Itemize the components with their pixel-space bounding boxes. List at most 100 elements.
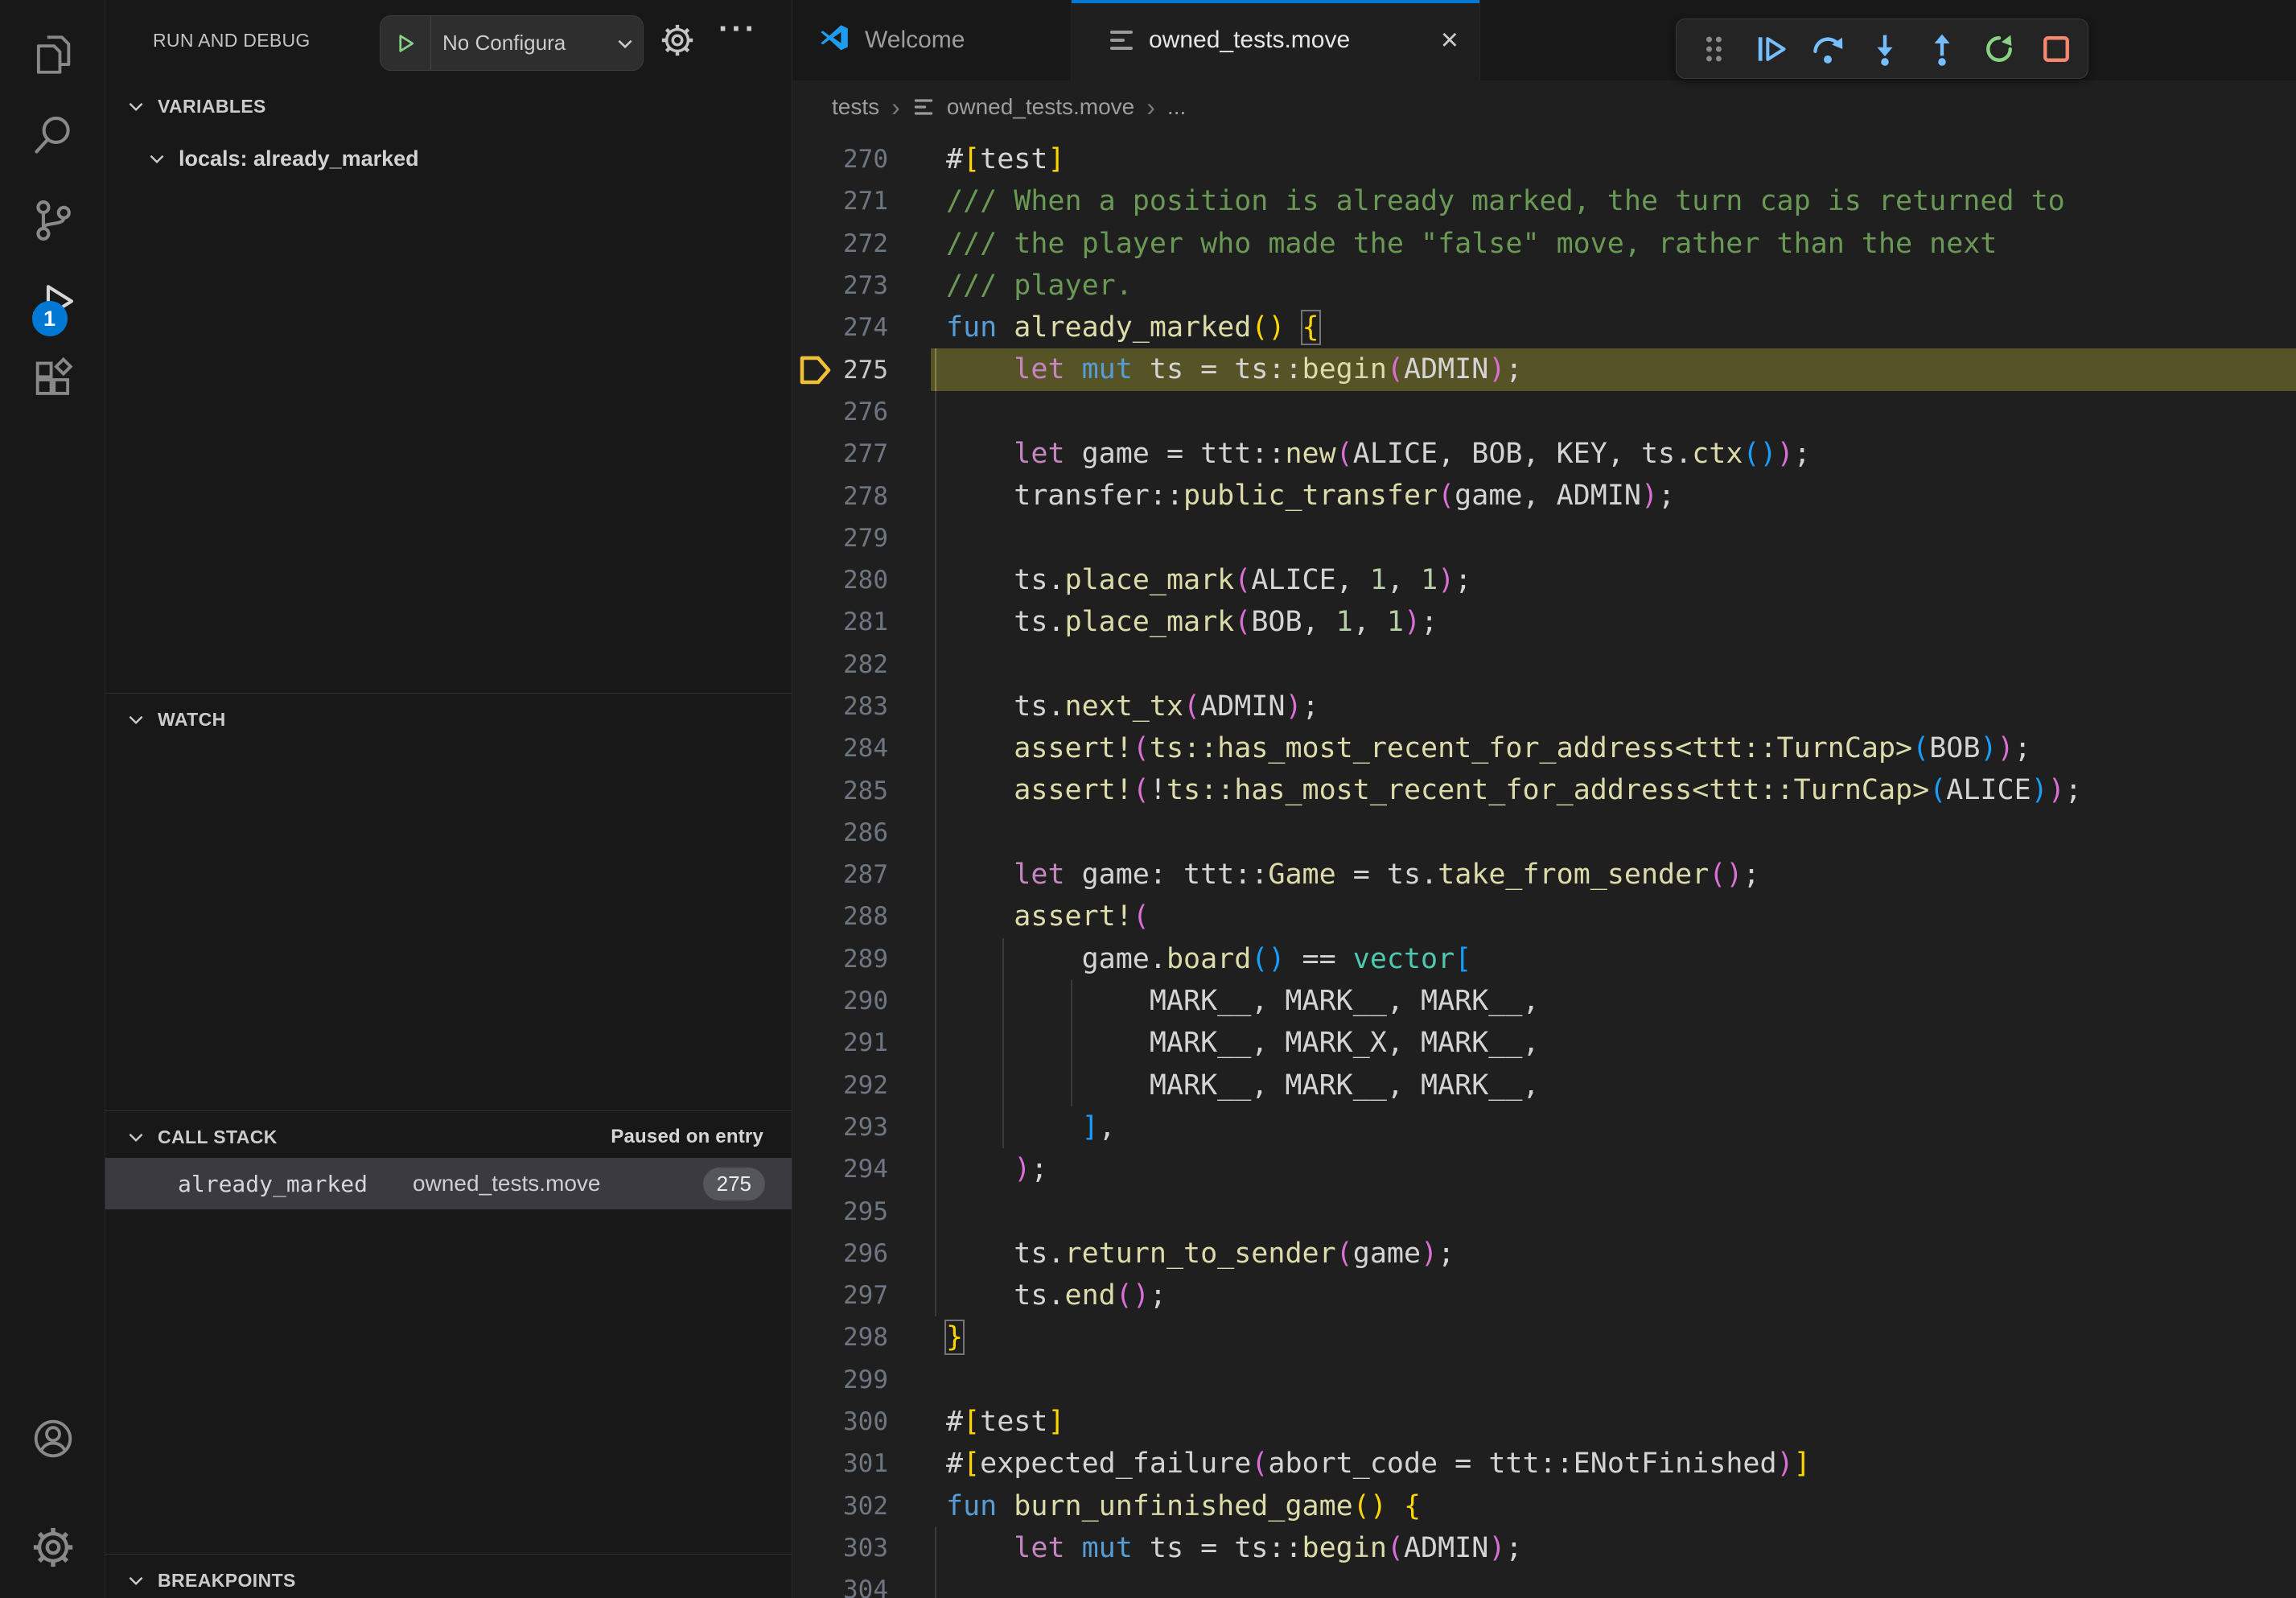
gutter[interactable]: 290: [792, 980, 931, 1022]
drag-handle[interactable]: [1696, 31, 1731, 68]
code-line[interactable]: 295: [792, 1190, 2296, 1232]
more-actions-icon[interactable]: ···: [718, 11, 758, 47]
code-text[interactable]: let game = ttt::new(ALICE, BOB, KEY, ts.…: [931, 433, 2296, 475]
gutter[interactable]: 274: [792, 307, 931, 348]
gutter[interactable]: 281: [792, 601, 931, 643]
restart-button[interactable]: [1981, 31, 2017, 68]
code-line[interactable]: 300#[test]: [792, 1401, 2296, 1443]
gutter[interactable]: 294: [792, 1148, 931, 1190]
code-line[interactable]: 280 ts.place_mark(ALICE, 1, 1);: [792, 559, 2296, 601]
code-line[interactable]: 282: [792, 644, 2296, 686]
gutter[interactable]: 299: [792, 1359, 931, 1401]
gutter[interactable]: 282: [792, 644, 931, 686]
code-line[interactable]: 273/// player.: [792, 265, 2296, 307]
code-text[interactable]: #[test]: [931, 138, 2296, 180]
code-line[interactable]: 284 assert!(ts::has_most_recent_for_addr…: [792, 727, 2296, 769]
tab-owned-tests[interactable]: owned_tests.move ×: [1072, 0, 1480, 80]
code-text[interactable]: /// the player who made the "false" move…: [931, 223, 2296, 265]
breadcrumb-file[interactable]: owned_tests.move: [947, 94, 1134, 120]
code-text[interactable]: [931, 1359, 2296, 1401]
gutter[interactable]: 302: [792, 1485, 931, 1527]
code-text[interactable]: assert!(!ts::has_most_recent_for_address…: [931, 769, 2296, 811]
code-line[interactable]: 287 let game: ttt::Game = ts.take_from_s…: [792, 854, 2296, 896]
sidebar-item-search[interactable]: [0, 97, 105, 177]
code-line[interactable]: 276: [792, 391, 2296, 433]
code-text[interactable]: fun already_marked() {: [931, 307, 2296, 348]
code-text[interactable]: fun burn_unfinished_game() {: [931, 1485, 2296, 1527]
gutter[interactable]: 286: [792, 812, 931, 854]
code-text[interactable]: [931, 644, 2296, 686]
start-debug-button[interactable]: [381, 16, 431, 70]
code-line[interactable]: 293 ],: [792, 1106, 2296, 1148]
gutter[interactable]: 295: [792, 1190, 931, 1232]
debug-config-dropdown[interactable]: No Configura: [380, 15, 644, 71]
code-line[interactable]: 297 ts.end();: [792, 1275, 2296, 1316]
debug-settings-gear-button[interactable]: [659, 22, 696, 59]
step-over-button[interactable]: [1810, 31, 1845, 68]
sidebar-item-run-and-debug[interactable]: 1: [0, 266, 105, 346]
code-text[interactable]: #[expected_failure(abort_code = ttt::ENo…: [931, 1443, 2296, 1485]
code-line[interactable]: 292 MARK__, MARK__, MARK__,: [792, 1065, 2296, 1106]
gutter[interactable]: 300: [792, 1401, 931, 1443]
code-line[interactable]: 286: [792, 812, 2296, 854]
code-text[interactable]: MARK__, MARK__, MARK__,: [931, 980, 2296, 1022]
call-stack-frame[interactable]: already_marked owned_tests.move 275: [105, 1158, 792, 1209]
code-text[interactable]: ts.return_to_sender(game);: [931, 1233, 2296, 1275]
sidebar-item-extensions[interactable]: [0, 341, 105, 422]
code-text[interactable]: /// When a position is already marked, t…: [931, 180, 2296, 222]
gutter[interactable]: 284: [792, 727, 931, 769]
code-line[interactable]: 296 ts.return_to_sender(game);: [792, 1233, 2296, 1275]
gutter[interactable]: 278: [792, 475, 931, 517]
sidebar-item-explorer[interactable]: [0, 16, 105, 97]
code-line[interactable]: 303 let mut ts = ts::begin(ADMIN);: [792, 1527, 2296, 1569]
gutter[interactable]: 298: [792, 1316, 931, 1358]
gutter[interactable]: 273: [792, 265, 931, 307]
code-line[interactable]: 294 );: [792, 1148, 2296, 1190]
step-into-button[interactable]: [1867, 31, 1903, 68]
gutter[interactable]: 283: [792, 686, 931, 727]
gutter[interactable]: 280: [792, 559, 931, 601]
stop-button[interactable]: [2039, 31, 2074, 68]
gutter[interactable]: 304: [792, 1569, 931, 1598]
code-text[interactable]: }: [931, 1316, 2296, 1358]
code-text[interactable]: assert!(ts::has_most_recent_for_address<…: [931, 727, 2296, 769]
code-text[interactable]: MARK__, MARK__, MARK__,: [931, 1065, 2296, 1106]
gutter[interactable]: 296: [792, 1233, 931, 1275]
code-text[interactable]: [931, 1190, 2296, 1232]
code-text[interactable]: assert!(: [931, 896, 2296, 937]
code-line[interactable]: 298}: [792, 1316, 2296, 1358]
code-line[interactable]: 304: [792, 1569, 2296, 1598]
gutter[interactable]: 272: [792, 223, 931, 265]
code-line[interactable]: 272/// the player who made the "false" m…: [792, 223, 2296, 265]
code-line[interactable]: 279: [792, 517, 2296, 559]
account-button[interactable]: [0, 1400, 105, 1481]
gutter[interactable]: 276: [792, 391, 931, 433]
code-text[interactable]: transfer::public_transfer(game, ADMIN);: [931, 475, 2296, 517]
code-line[interactable]: 281 ts.place_mark(BOB, 1, 1);: [792, 601, 2296, 643]
code-text[interactable]: [931, 1569, 2296, 1598]
code-text[interactable]: [931, 812, 2296, 854]
continue-button[interactable]: [1753, 31, 1788, 68]
code-text[interactable]: [931, 517, 2296, 559]
gutter[interactable]: 291: [792, 1022, 931, 1064]
code-line[interactable]: 275 let mut ts = ts::begin(ADMIN);: [792, 348, 2296, 390]
code-text[interactable]: ts.end();: [931, 1275, 2296, 1316]
code-line[interactable]: 301#[expected_failure(abort_code = ttt::…: [792, 1443, 2296, 1485]
gutter[interactable]: 293: [792, 1106, 931, 1148]
gutter[interactable]: 270: [792, 138, 931, 180]
gutter[interactable]: 285: [792, 769, 931, 811]
gutter[interactable]: 277: [792, 433, 931, 475]
code-line[interactable]: 271/// When a position is already marked…: [792, 180, 2296, 222]
code-text[interactable]: [931, 391, 2296, 433]
code-text[interactable]: #[test]: [931, 1401, 2296, 1443]
close-icon[interactable]: ×: [1441, 25, 1459, 56]
code-text[interactable]: ],: [931, 1106, 2296, 1148]
variables-scope-locals[interactable]: locals: already_marked: [105, 133, 792, 184]
variables-section-header[interactable]: VARIABLES: [105, 80, 792, 132]
code-text[interactable]: ts.place_mark(BOB, 1, 1);: [931, 601, 2296, 643]
breakpoints-section-header[interactable]: BREAKPOINTS: [105, 1555, 792, 1598]
gutter[interactable]: 287: [792, 854, 931, 896]
code-text[interactable]: /// player.: [931, 265, 2296, 307]
code-text[interactable]: let game: ttt::Game = ts.take_from_sende…: [931, 854, 2296, 896]
code-line[interactable]: 283 ts.next_tx(ADMIN);: [792, 686, 2296, 727]
